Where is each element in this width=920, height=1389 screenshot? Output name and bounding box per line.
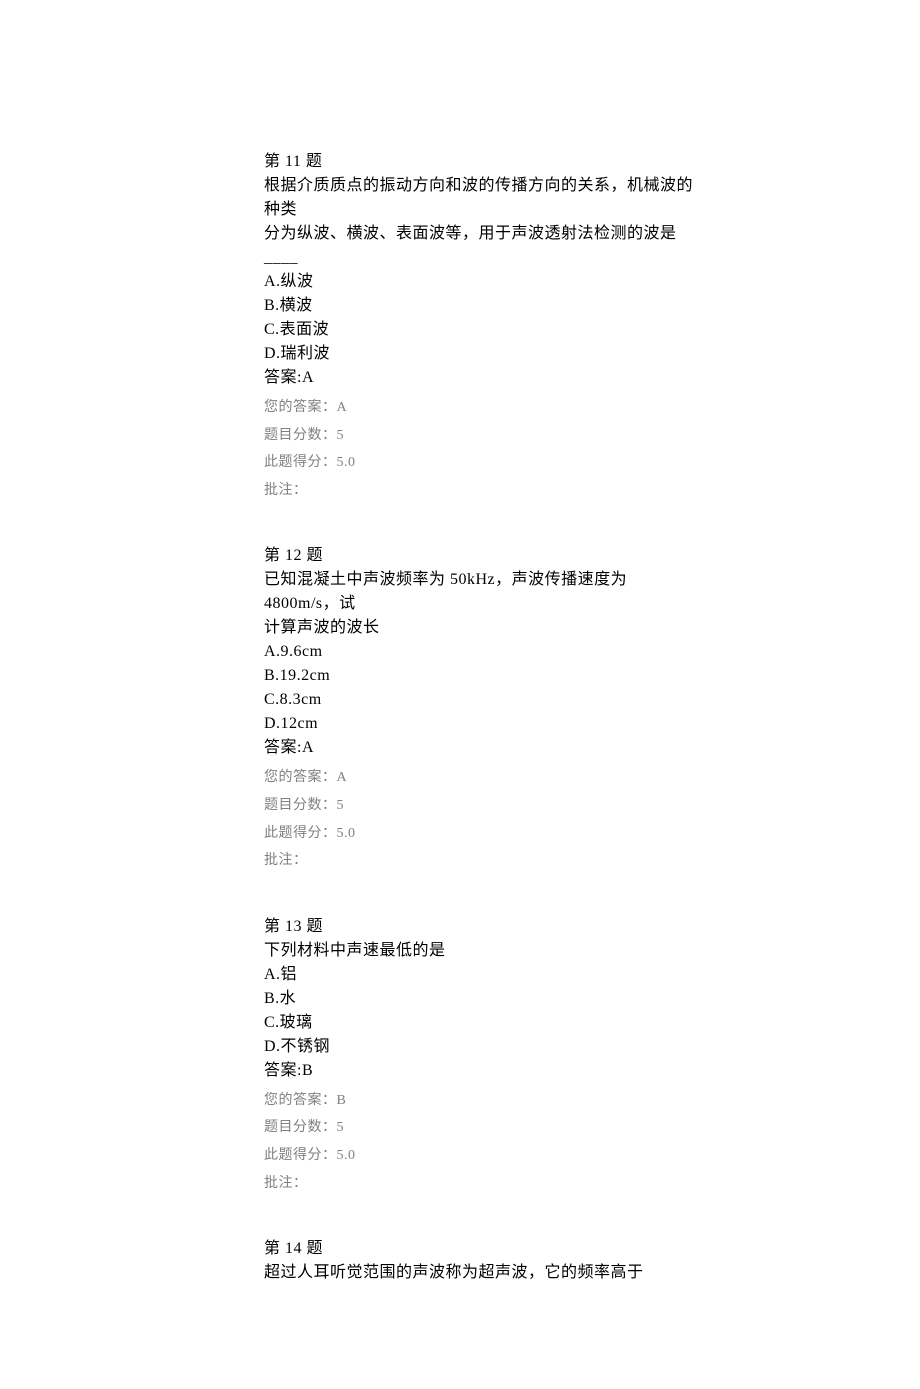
option-d: D.瑞利波 (264, 342, 704, 366)
remark: 批注： (264, 851, 704, 871)
correct-answer: 答案:B (264, 1059, 704, 1083)
option-a: A.铝 (264, 963, 704, 987)
question-block: 第 11 题 根据介质质点的振动方向和波的传播方向的关系，机械波的种类 分为纵波… (264, 150, 704, 500)
question-number: 第 12 题 (264, 544, 704, 568)
option-a: A.纵波 (264, 270, 704, 294)
option-c: C.玻璃 (264, 1011, 704, 1035)
question-got-score: 此题得分：5.0 (264, 453, 704, 473)
option-b: B.水 (264, 987, 704, 1011)
question-stem: 已知混凝土中声波频率为 50kHz，声波传播速度为 4800m/s，试 (264, 568, 704, 616)
remark: 批注： (264, 481, 704, 501)
question-number: 第 13 题 (264, 915, 704, 939)
question-max-score: 题目分数：5 (264, 426, 704, 446)
question-number: 第 14 题 (264, 1237, 704, 1261)
option-b: B.横波 (264, 294, 704, 318)
question-stem: 计算声波的波长 (264, 616, 704, 640)
your-answer: 您的答案：B (264, 1091, 704, 1111)
question-max-score: 题目分数：5 (264, 796, 704, 816)
option-a: A.9.6cm (264, 640, 704, 664)
question-block: 第 14 题 超过人耳听觉范围的声波称为超声波，它的频率高于 (264, 1237, 704, 1285)
correct-answer: 答案:A (264, 366, 704, 390)
question-max-score: 题目分数：5 (264, 1118, 704, 1138)
your-answer: 您的答案：A (264, 768, 704, 788)
remark: 批注： (264, 1174, 704, 1194)
option-d: D.12cm (264, 712, 704, 736)
document-page: 第 11 题 根据介质质点的振动方向和波的传播方向的关系，机械波的种类 分为纵波… (0, 0, 704, 1389)
question-block: 第 12 题 已知混凝土中声波频率为 50kHz，声波传播速度为 4800m/s… (264, 544, 704, 870)
question-got-score: 此题得分：5.0 (264, 1146, 704, 1166)
option-b: B.19.2cm (264, 664, 704, 688)
question-stem: 分为纵波、横波、表面波等，用于声波透射法检测的波是____ (264, 222, 704, 270)
option-d: D.不锈钢 (264, 1035, 704, 1059)
your-answer: 您的答案：A (264, 398, 704, 418)
question-got-score: 此题得分：5.0 (264, 824, 704, 844)
question-number: 第 11 题 (264, 150, 704, 174)
correct-answer: 答案:A (264, 736, 704, 760)
option-c: C.表面波 (264, 318, 704, 342)
question-block: 第 13 题 下列材料中声速最低的是 A.铝 B.水 C.玻璃 D.不锈钢 答案… (264, 915, 704, 1193)
question-stem: 超过人耳听觉范围的声波称为超声波，它的频率高于 (264, 1261, 704, 1285)
question-stem: 根据介质质点的振动方向和波的传播方向的关系，机械波的种类 (264, 174, 704, 222)
question-stem: 下列材料中声速最低的是 (264, 939, 704, 963)
option-c: C.8.3cm (264, 688, 704, 712)
